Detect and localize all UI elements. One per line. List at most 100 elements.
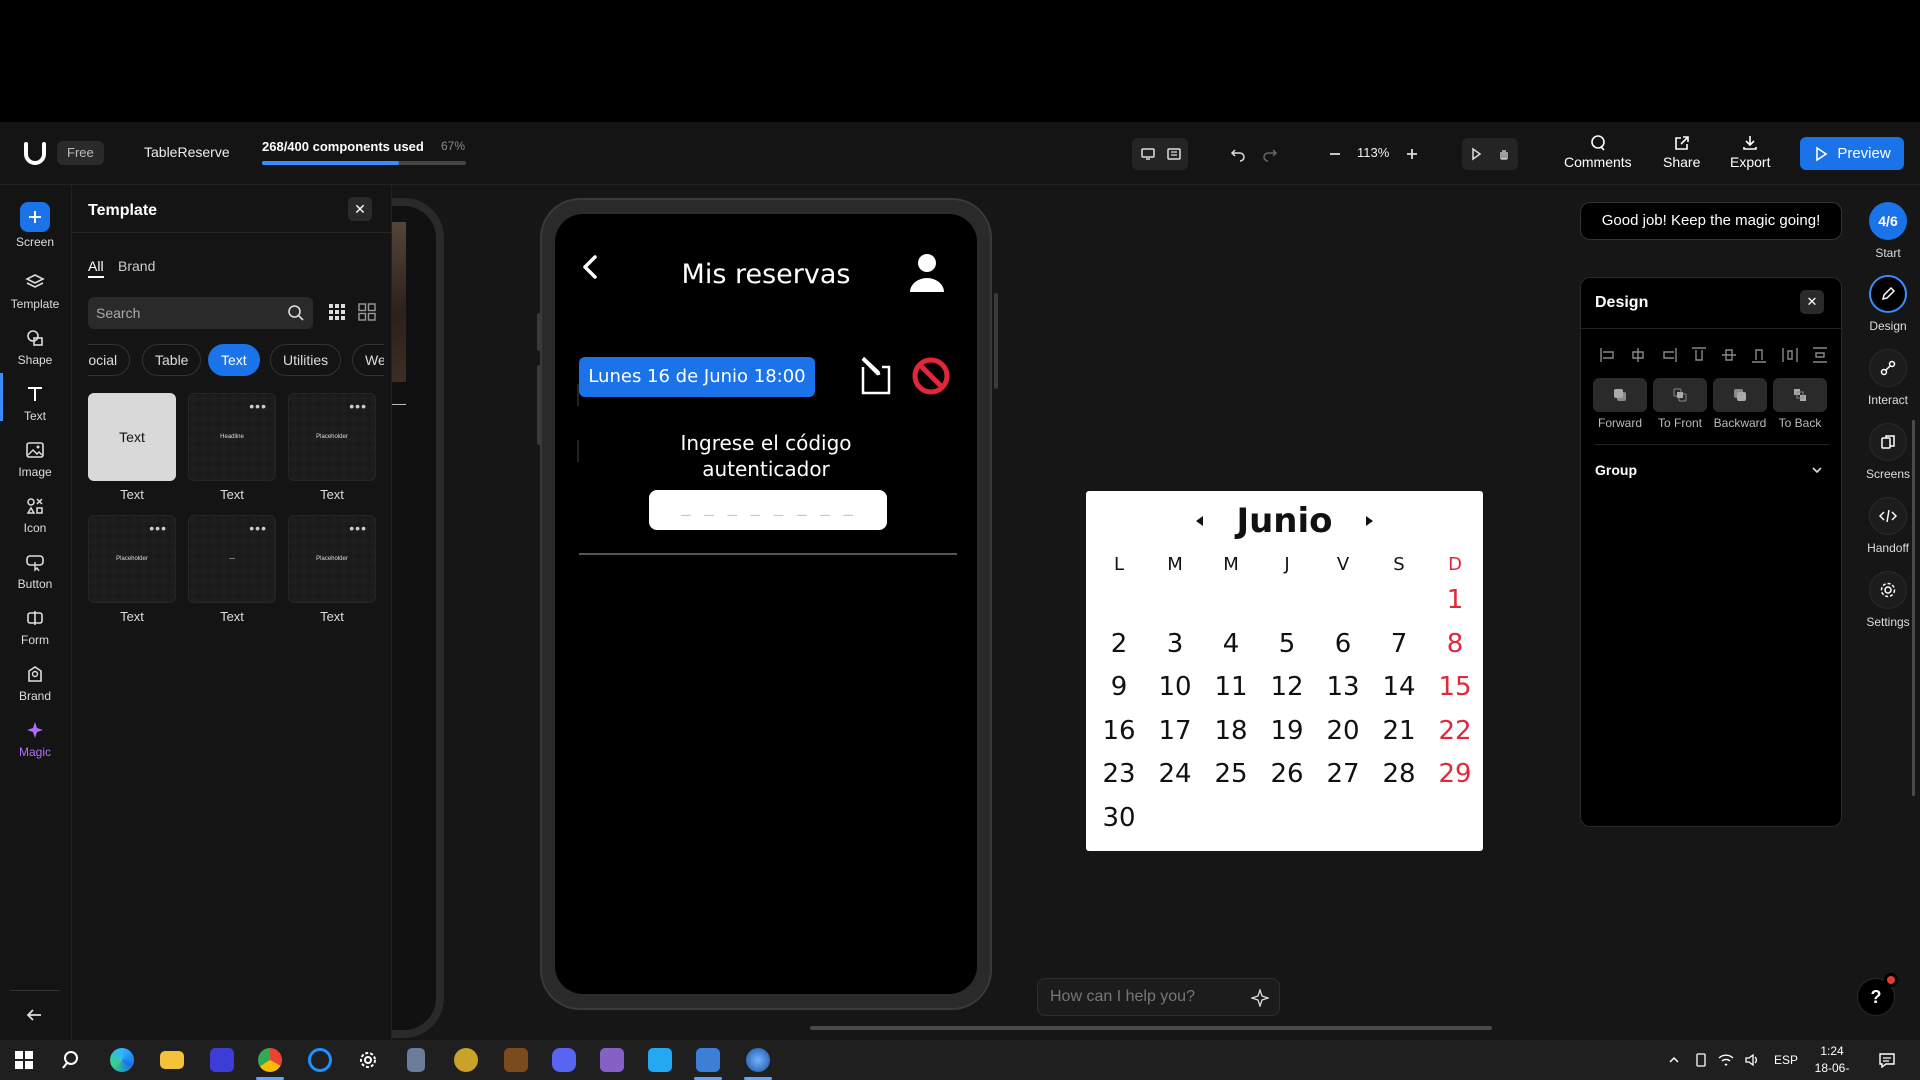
export-button[interactable]: Export	[1730, 134, 1770, 170]
preview-button[interactable]: Preview	[1800, 137, 1904, 170]
rail-item-image[interactable]: Image	[0, 435, 70, 479]
play-icon[interactable]	[1462, 140, 1490, 168]
visual-studio-icon[interactable]	[590, 1040, 634, 1080]
chip-table[interactable]: Table	[142, 344, 202, 376]
calendar-day[interactable]: 10	[1153, 672, 1197, 702]
calendar-day[interactable]: 6	[1321, 629, 1365, 659]
calendar-widget[interactable]: Junio L M M J V S D 1 2 3 4 5 6 7 8 9 10 11 12 13 14 15 16 17 18…	[1086, 491, 1483, 851]
file-explorer-icon[interactable]	[150, 1040, 194, 1080]
rail-item-interact[interactable]: Interact	[1853, 349, 1920, 407]
more-icon[interactable]: •••	[249, 520, 267, 536]
zoom-level[interactable]: 113%	[1357, 145, 1389, 160]
search-input[interactable]	[96, 297, 276, 329]
to-back-button[interactable]	[1773, 378, 1827, 412]
rail-item-magic[interactable]: Magic	[0, 715, 70, 759]
rail-item-shape[interactable]: Shape	[0, 323, 70, 367]
calendar-day[interactable]: 30	[1097, 803, 1141, 833]
rail-item-icon[interactable]: Icon	[0, 491, 70, 535]
chevron-up-icon[interactable]	[1668, 1054, 1680, 1066]
rail-item-handoff[interactable]: Handoff	[1853, 497, 1920, 555]
app-icon[interactable]	[298, 1040, 342, 1080]
template-card[interactable]: Placeholder •••	[288, 393, 376, 481]
project-name[interactable]: TableReserve	[144, 144, 230, 160]
chip-web[interactable]: We	[352, 344, 384, 376]
phone-screen[interactable]: Mis reservas Lunes 16 de Junio 18:00 Ing…	[555, 214, 977, 994]
calendar-day[interactable]: 5	[1265, 629, 1309, 659]
calendar-day[interactable]: 17	[1153, 716, 1197, 746]
app-icon[interactable]	[200, 1040, 244, 1080]
template-card[interactable]: Placeholder •••	[288, 515, 376, 603]
template-card[interactable]: Placeholder •••	[88, 515, 176, 603]
align-center-h-icon[interactable]	[1629, 346, 1647, 364]
chip-text[interactable]: Text	[208, 344, 260, 376]
windows-start-icon[interactable]	[2, 1040, 46, 1080]
calendar-day[interactable]: 21	[1377, 716, 1421, 746]
zoom-in-icon[interactable]	[1398, 140, 1426, 168]
calendar-day[interactable]: 27	[1321, 759, 1365, 789]
search-icon[interactable]	[50, 1040, 94, 1080]
align-right-icon[interactable]	[1660, 346, 1678, 364]
reservation-date-button[interactable]: Lunes 16 de Junio 18:00	[579, 357, 815, 397]
calendar-day[interactable]: 22	[1433, 716, 1477, 746]
zoom-out-icon[interactable]	[1321, 140, 1349, 168]
calendar-day[interactable]: 14	[1377, 672, 1421, 702]
share-button[interactable]: Share	[1663, 134, 1700, 170]
battery-icon[interactable]	[1694, 1053, 1708, 1067]
comments-button[interactable]: Comments	[1564, 134, 1632, 170]
template-card[interactable]: Headline •••	[188, 393, 276, 481]
forward-button[interactable]	[1593, 378, 1647, 412]
calendar-day[interactable]: 28	[1377, 759, 1421, 789]
rail-item-screen[interactable]: Screen	[0, 202, 70, 249]
sparkle-icon[interactable]	[1251, 989, 1269, 1007]
chevron-down-icon[interactable]	[1811, 464, 1823, 476]
calendar-day[interactable]: 9	[1097, 672, 1141, 702]
undo-icon[interactable]	[1224, 140, 1252, 168]
align-bottom-icon[interactable]	[1750, 346, 1768, 364]
rail-item-settings[interactable]: Settings	[1853, 571, 1920, 629]
calendar-day[interactable]: 29	[1433, 759, 1477, 789]
notifications-icon[interactable]	[1878, 1052, 1896, 1068]
more-icon[interactable]: •••	[249, 398, 267, 414]
language-indicator[interactable]: ESP	[1774, 1053, 1798, 1067]
ai-chat-input[interactable]	[1050, 979, 1240, 1015]
volume-icon[interactable]	[1744, 1053, 1760, 1067]
tab-brand[interactable]: Brand	[118, 258, 155, 274]
close-icon[interactable]: ✕	[1800, 290, 1824, 314]
app-logo-icon[interactable]	[22, 140, 48, 166]
large-grid-icon[interactable]	[358, 303, 376, 321]
edge-browser-icon[interactable]	[100, 1040, 144, 1080]
group-section-header[interactable]: Group	[1595, 462, 1637, 478]
backward-button[interactable]	[1713, 378, 1767, 412]
game-icon[interactable]	[444, 1040, 488, 1080]
screen-frame-partial[interactable]	[392, 198, 444, 1038]
calendar-day[interactable]: 23	[1097, 759, 1141, 789]
calendar-day[interactable]: 12	[1265, 672, 1309, 702]
rail-item-button[interactable]: Button	[0, 547, 70, 591]
rail-item-brand[interactable]: Brand	[0, 659, 70, 703]
calendar-day[interactable]: 25	[1209, 759, 1253, 789]
calendar-day[interactable]: 3	[1153, 629, 1197, 659]
search-icon[interactable]	[287, 304, 305, 322]
rail-item-start[interactable]: 4/6 Start	[1853, 202, 1920, 260]
calendar-day[interactable]: 16	[1097, 716, 1141, 746]
next-month-icon[interactable]	[1361, 513, 1377, 529]
tab-all[interactable]: All	[88, 258, 104, 278]
settings-gear-icon[interactable]	[346, 1040, 390, 1080]
calculator-icon[interactable]	[394, 1040, 438, 1080]
to-front-button[interactable]	[1653, 378, 1707, 412]
calendar-day[interactable]: 2	[1097, 629, 1141, 659]
calendar-day[interactable]: 13	[1321, 672, 1365, 702]
system-clock[interactable]: 1:24 18-06-2025	[1802, 1043, 1862, 1080]
globe-icon[interactable]	[736, 1040, 780, 1080]
distribute-h-icon[interactable]	[1781, 346, 1799, 364]
calendar-day[interactable]: 11	[1209, 672, 1253, 702]
split-view-icon[interactable]	[1160, 140, 1188, 168]
calendar-day[interactable]: 20	[1321, 716, 1365, 746]
cancel-icon[interactable]	[910, 355, 952, 397]
edit-icon[interactable]	[855, 355, 895, 397]
rail-item-text[interactable]: Text	[0, 373, 70, 423]
calendar-day[interactable]: 24	[1153, 759, 1197, 789]
calendar-day[interactable]: 7	[1377, 629, 1421, 659]
rail-item-screens[interactable]: Screens	[1853, 423, 1920, 481]
calendar-day[interactable]: 15	[1433, 672, 1477, 702]
